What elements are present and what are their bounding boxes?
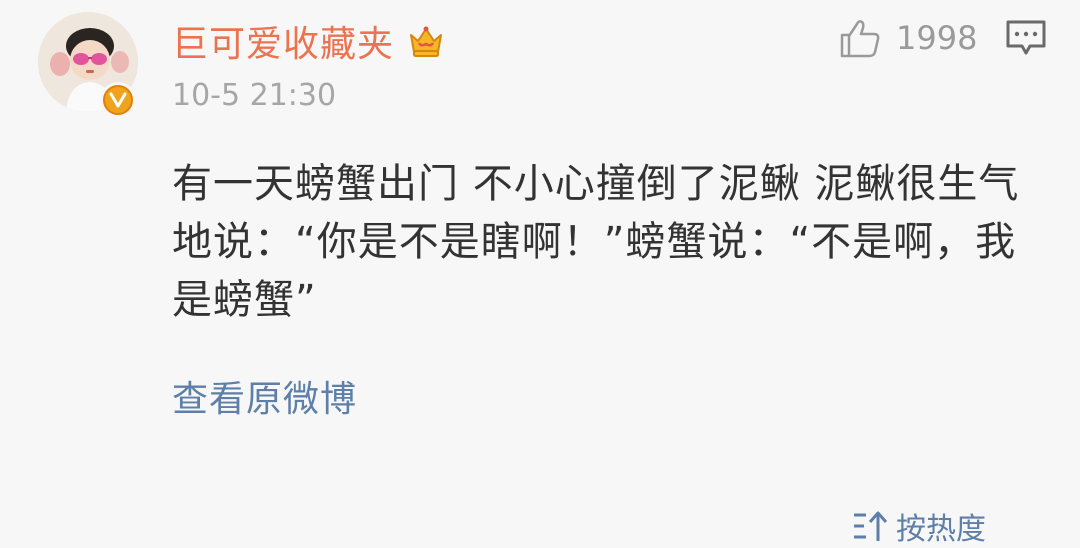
sort-label: 按热度 [896,512,986,547]
verified-v-icon [100,82,136,118]
sort-by-hotness-button[interactable]: 按热度 [852,504,986,548]
timestamp: 10-5 21:30 [172,78,337,113]
thumbs-up-icon [840,20,880,58]
username[interactable]: 巨可爱收藏夹 [172,15,394,67]
crown-icon [410,26,443,57]
view-original-link[interactable]: 查看原微博 [172,370,357,422]
sort-icon [854,511,888,541]
comment-card: 巨可爱收藏夹 10-5 21:30 1998 有一天螃蟹出门 不小心撞倒了泥鳅 … [0,0,1080,548]
comment-bubble-icon[interactable] [1004,18,1048,58]
like-button[interactable]: 1998 [838,16,977,60]
like-count: 1998 [896,19,978,57]
comment-body: 有一天螃蟹出门 不小心撞倒了泥鳅 泥鳅很生气地说：“你是不是瞎啊！”螃蟹说：“不… [172,161,1020,323]
username-row: 巨可爱收藏夹 [172,16,446,66]
